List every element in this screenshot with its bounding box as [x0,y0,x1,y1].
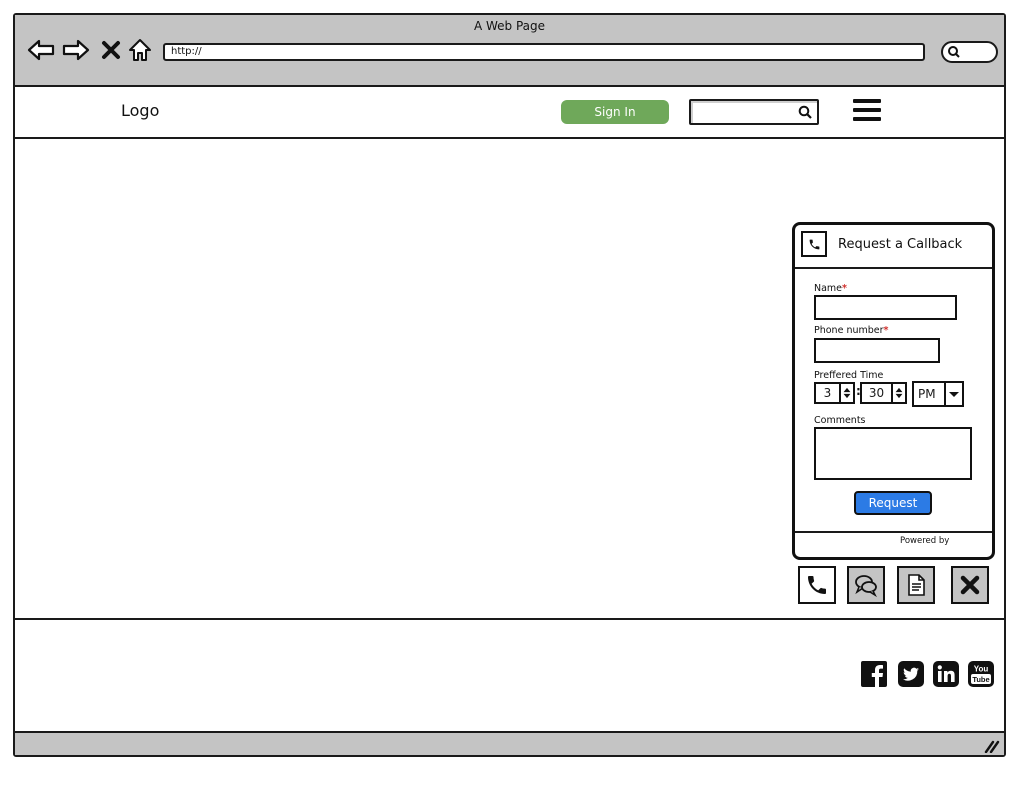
browser-search-field[interactable] [941,41,998,63]
status-bar [15,731,1004,755]
search-icon[interactable] [798,105,812,119]
resize-grip-icon[interactable] [984,739,1000,753]
comments-label: Comments [814,415,866,426]
facebook-icon[interactable] [860,660,888,688]
chevron-down-icon[interactable] [944,383,962,405]
stepper-arrows-icon[interactable] [839,384,853,402]
stop-icon[interactable] [99,37,123,63]
window-title: A Web Page [473,19,546,33]
browser-window: A Web Page http:// Logo Sign In Request … [13,13,1006,757]
phone-field[interactable] [814,338,940,363]
search-input[interactable] [689,99,819,125]
linkedin-icon[interactable] [932,660,960,688]
svg-text:You: You [974,665,989,674]
stepper-arrows-icon[interactable] [891,384,905,402]
back-arrow-icon[interactable] [27,37,55,63]
search-icon [948,46,960,58]
phone-tool-button[interactable] [798,566,836,604]
logo[interactable]: Logo [121,101,159,120]
minute-stepper[interactable]: 30 [860,382,907,404]
url-bar[interactable]: http:// [163,43,925,61]
chat-tool-button[interactable] [847,566,885,604]
time-label: Preffered Time [814,370,884,381]
powered-by-text: Powered by [900,536,950,546]
chat-icon [855,575,877,597]
document-icon [908,574,925,596]
widget-header: Request a Callback [795,225,992,269]
phone-label: Phone number* [814,325,889,336]
twitter-icon[interactable] [897,660,925,688]
phone-icon [808,576,826,594]
browser-chrome: A Web Page http:// [15,15,1004,87]
close-icon [960,575,980,595]
sign-in-button[interactable]: Sign In [561,100,669,124]
ampm-select[interactable]: PM [912,381,964,407]
home-icon[interactable] [127,37,153,63]
comments-textarea[interactable] [814,427,972,480]
youtube-icon[interactable]: You Tube [967,660,995,688]
phone-icon [801,231,827,257]
document-tool-button[interactable] [897,566,935,604]
forward-arrow-icon[interactable] [62,37,90,63]
hamburger-menu-icon[interactable] [853,99,881,125]
svg-text:Tube: Tube [972,675,989,684]
widget-footer-divider [795,531,992,533]
hour-stepper[interactable]: 3 [814,382,855,404]
name-label: Name* [814,283,847,294]
close-tool-button[interactable] [951,566,989,604]
site-footer [15,618,1004,620]
site-header: Logo Sign In [15,85,1004,139]
request-button[interactable]: Request [854,491,932,515]
widget-title: Request a Callback [838,237,963,252]
callback-widget: Request a Callback Name* Phone number* P… [792,222,995,560]
name-field[interactable] [814,295,957,320]
